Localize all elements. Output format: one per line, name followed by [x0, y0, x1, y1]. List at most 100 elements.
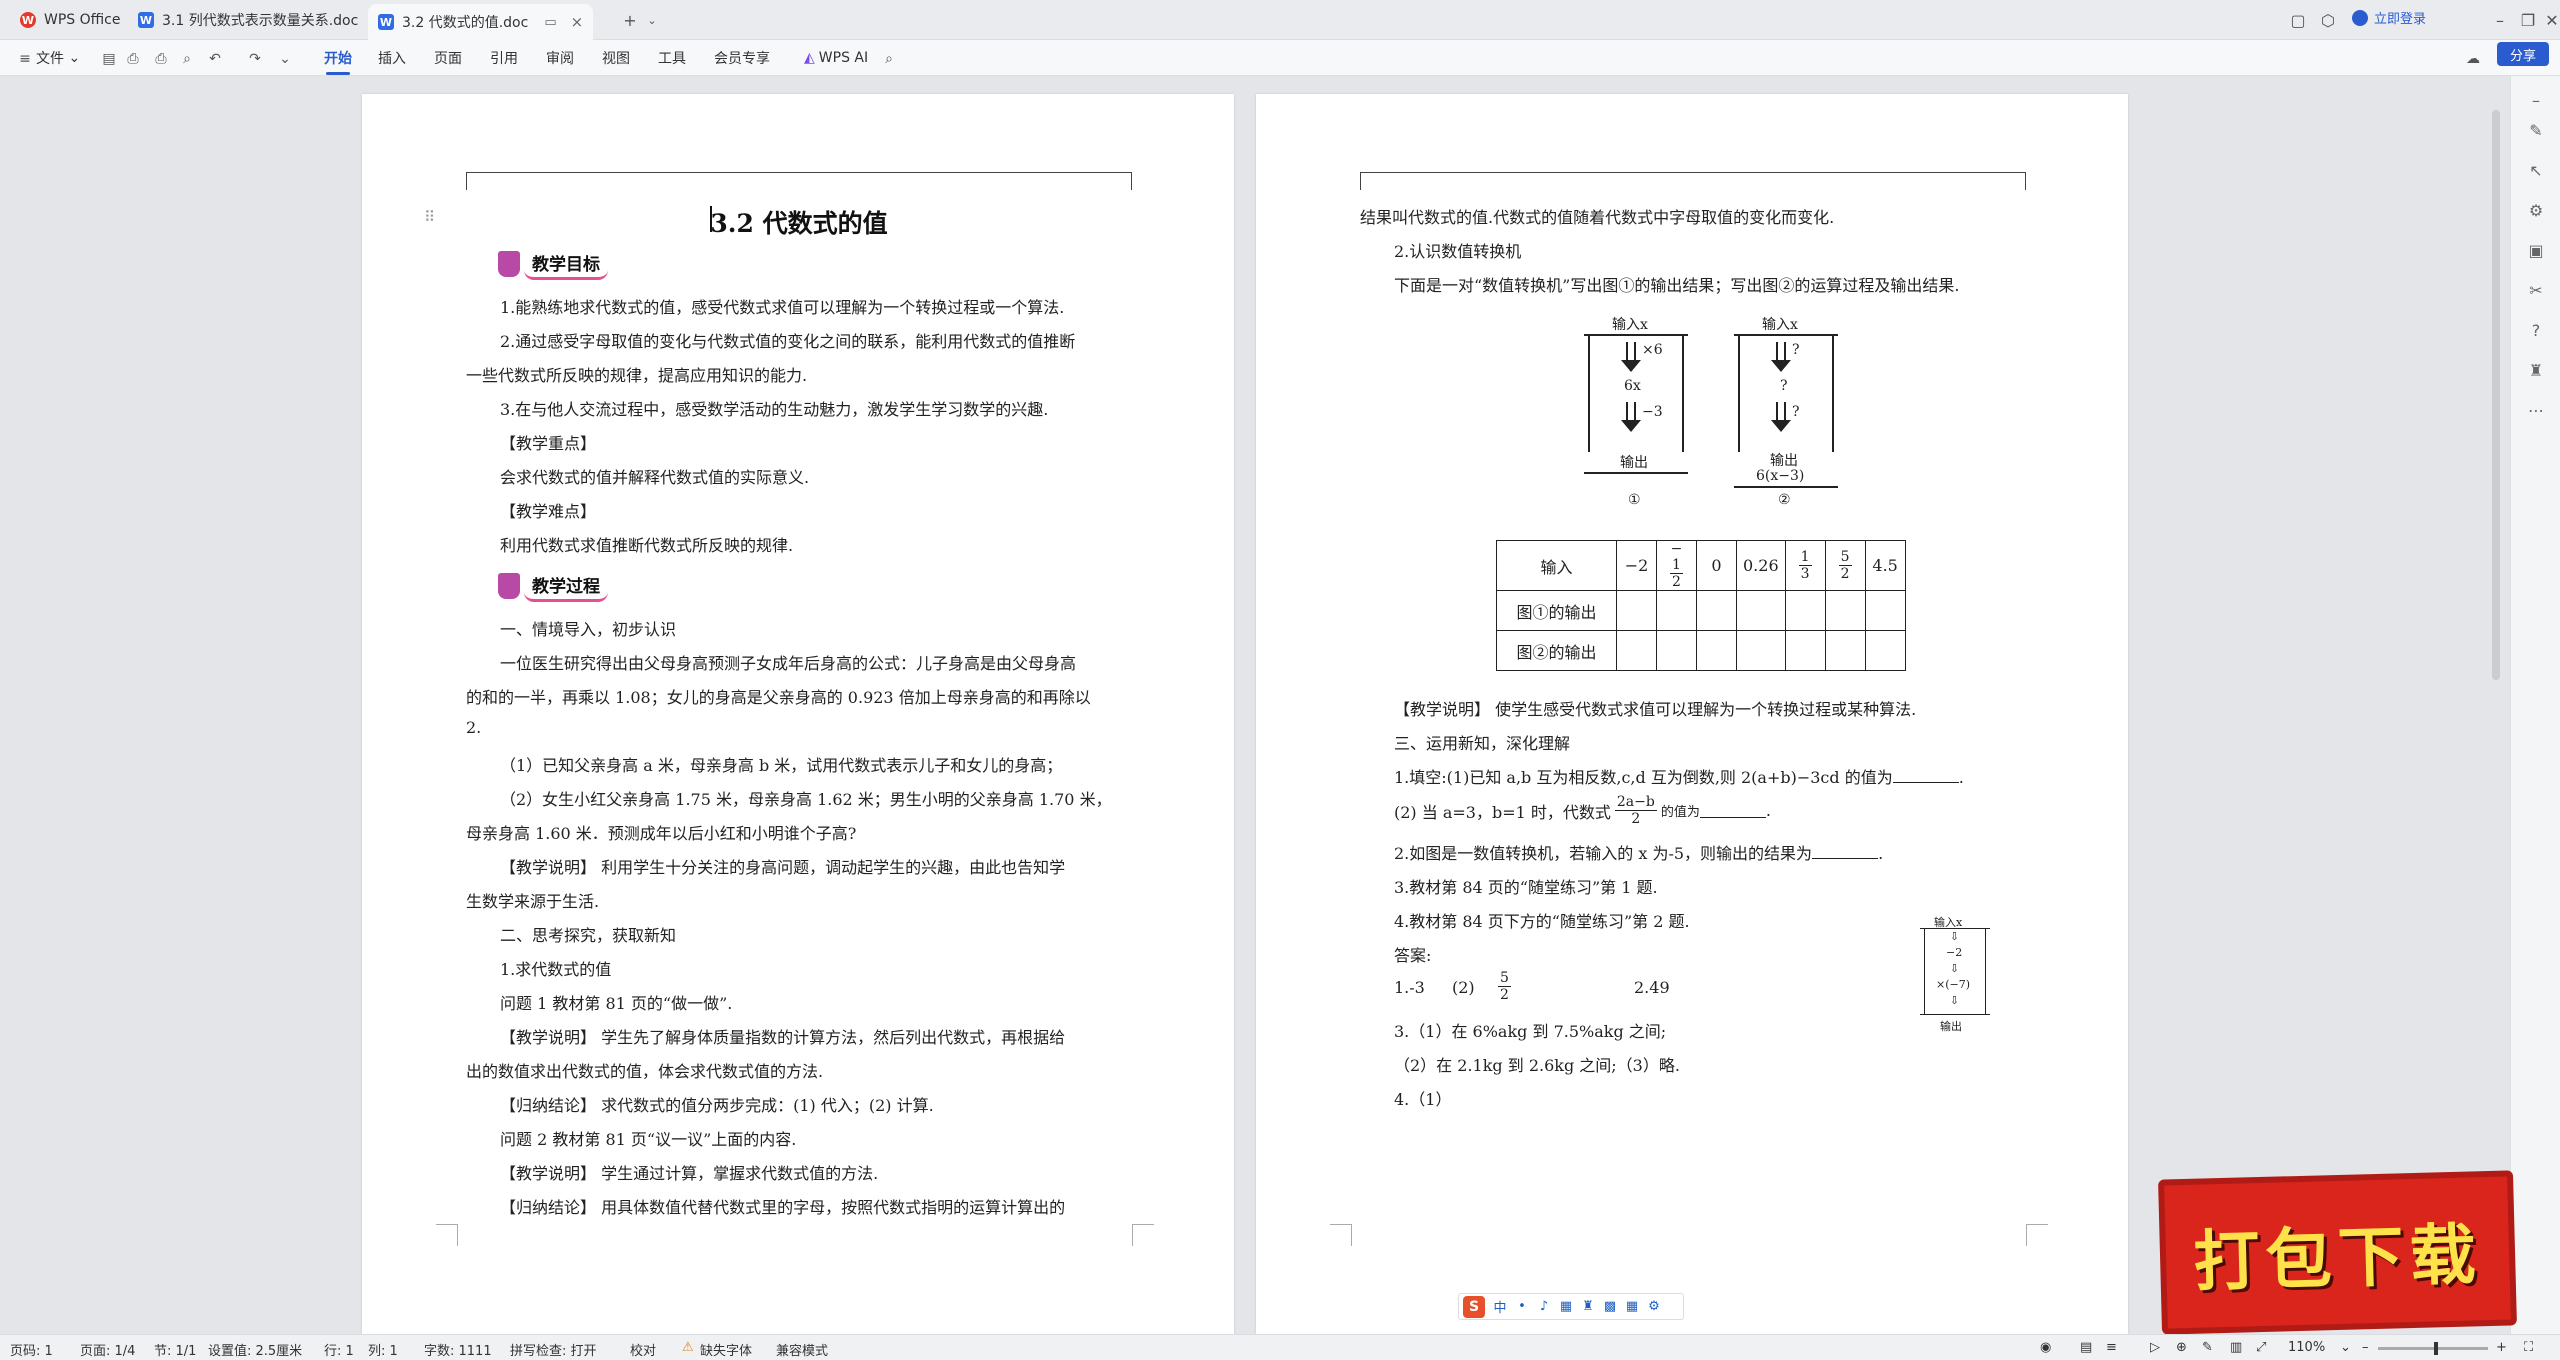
skin-icon[interactable]: ♜ [1579, 1298, 1597, 1316]
status-row[interactable]: 行: 1 [324, 1340, 354, 1359]
table-cell[interactable] [1616, 590, 1657, 631]
ime-toolbar[interactable]: S 中 • ♪ ▦ ♜ ▩ ▦ ⚙ [1458, 1293, 1684, 1320]
new-tab-icon[interactable]: + [618, 8, 642, 32]
minimize-icon[interactable]: – [2488, 8, 2512, 32]
pen-icon[interactable]: ✎ [2526, 120, 2546, 140]
table-cell[interactable] [1656, 590, 1697, 631]
read-view-icon[interactable]: ▥ [2230, 1340, 2242, 1355]
monitor-icon[interactable]: ▭ [544, 15, 556, 30]
status-pages[interactable]: 页面: 1/4 [80, 1340, 135, 1359]
table-cell[interactable] [1736, 590, 1786, 631]
table-cell[interactable] [1616, 630, 1657, 671]
status-zoom[interactable]: 110% [2288, 1340, 2325, 1355]
zoom-slider-knob[interactable] [2434, 1342, 2438, 1355]
tab-view[interactable]: 视图 [602, 46, 630, 70]
eye-icon[interactable]: ◉ [2040, 1340, 2051, 1355]
status-spellcheck[interactable]: 拼写检查: 打开 [510, 1340, 597, 1359]
apps-icon[interactable]: ▦ [1623, 1298, 1641, 1316]
share-button[interactable]: 分享 [2497, 42, 2549, 66]
table-cell[interactable] [1696, 590, 1737, 631]
cloud-sync-icon[interactable]: ☁ [2464, 50, 2482, 68]
table-cell[interactable] [1736, 630, 1786, 671]
tab-home[interactable]: 开始 [324, 46, 352, 75]
export-pdf-icon[interactable]: ⎙ [124, 50, 142, 68]
status-proof[interactable]: 校对 [630, 1340, 656, 1359]
toolbox-icon[interactable]: ▩ [1601, 1298, 1619, 1316]
chevron-down-icon[interactable]: ⌄ [276, 50, 294, 68]
document-page-left[interactable]: ⠿ 3.2 代数式的值 教学目标 1.能熟练地求代数式的值，感受代数式求值可以理… [362, 94, 1234, 1334]
status-col[interactable]: 列: 1 [368, 1340, 398, 1359]
collapse-icon[interactable]: – [2526, 90, 2546, 110]
wps-ai-button[interactable]: ◭ WPS AI [804, 46, 868, 70]
print-preview-icon[interactable]: ⌕ [178, 50, 196, 68]
table-cell[interactable] [1864, 590, 1906, 631]
print-icon[interactable]: ⎙ [152, 50, 170, 68]
table-cell[interactable] [1824, 590, 1866, 631]
table-cell[interactable] [1696, 630, 1737, 671]
table-cell[interactable] [1784, 590, 1826, 631]
edit-view-icon[interactable]: ✎ [2202, 1340, 2213, 1355]
page-view-icon[interactable]: ▤ [2080, 1340, 2092, 1355]
ime-mode-label[interactable]: 中 [1491, 1298, 1509, 1316]
download-banner[interactable]: 打包下载 [2158, 1170, 2517, 1335]
more-icon[interactable]: ⋯ [2526, 400, 2546, 420]
machine-output-label: 输出 [1770, 453, 1798, 469]
play-icon[interactable]: ▷ [2150, 1340, 2160, 1355]
chevron-down-icon[interactable]: ⌄ [640, 8, 664, 32]
login-button[interactable]: 立即登录 [2352, 8, 2426, 27]
tab-tools[interactable]: 工具 [658, 46, 686, 70]
tab-member[interactable]: 会员专享 [714, 46, 770, 70]
style-adjust-icon[interactable]: ⚙ [2526, 200, 2546, 220]
vertical-scrollbar[interactable] [2492, 110, 2500, 680]
machine-top-cap [1734, 312, 1838, 336]
tools-icon[interactable]: ✂ [2526, 280, 2546, 300]
table-cell[interactable] [1656, 630, 1697, 671]
web-view-icon[interactable]: ⊕ [2176, 1340, 2187, 1355]
machine-body [1588, 336, 1684, 452]
shirt-icon[interactable]: ♜ [2526, 360, 2546, 380]
zoom-slider[interactable] [2378, 1342, 2488, 1355]
status-missing-font[interactable]: 缺失字体 [700, 1340, 752, 1359]
image-edit-icon[interactable]: ▣ [2526, 240, 2546, 260]
keyboard-icon[interactable]: ▦ [1557, 1298, 1575, 1316]
fullscreen-icon[interactable]: ⤢ [2256, 1340, 2266, 1355]
chevron-down-icon[interactable]: ⌄ [2340, 1340, 2351, 1355]
tab-review[interactable]: 审阅 [546, 46, 574, 70]
redo-icon[interactable]: ↷ [246, 50, 264, 68]
file-menu[interactable]: 文件 ⌄ [36, 46, 80, 70]
status-setting[interactable]: 设置值: 2.5厘米 [208, 1340, 302, 1359]
tab-doc-3-2[interactable]: W 3.2 代数式的值.doc ▭ × [368, 4, 594, 40]
window-layout-icon[interactable]: ▢ [2286, 8, 2310, 32]
undo-icon[interactable]: ↶ [206, 50, 224, 68]
table-cell[interactable] [1824, 630, 1866, 671]
zoom-in-icon[interactable]: + [2496, 1340, 2507, 1355]
tab-doc-3-1[interactable]: W 3.1 列代数式表示数量关系.doc [128, 4, 368, 36]
status-compat[interactable]: 兼容模式 [776, 1340, 828, 1359]
close-tab-icon[interactable]: × [571, 13, 584, 31]
outline-view-icon[interactable]: ≡ [2106, 1340, 2117, 1355]
save-icon[interactable]: ▤ [100, 50, 118, 68]
cube-icon[interactable]: ⬡ [2316, 8, 2340, 32]
tab-page[interactable]: 页面 [434, 46, 462, 70]
tab-reference[interactable]: 引用 [490, 46, 518, 70]
select-cursor-icon[interactable]: ↖ [2526, 160, 2546, 180]
search-icon[interactable]: ⌕ [880, 50, 898, 68]
table-cell[interactable] [1784, 630, 1826, 671]
table-cell[interactable] [1864, 630, 1906, 671]
tab-insert[interactable]: 插入 [378, 46, 406, 70]
document-page-right[interactable]: 结果叫代数式的值.代数式的值随着代数式中字母取值的变化而变化. 2.认识数值转换… [1256, 94, 2128, 1334]
status-page[interactable]: 页码: 1 [10, 1340, 53, 1359]
status-section[interactable]: 节: 1/1 [154, 1340, 196, 1359]
help-icon[interactable]: ? [2526, 320, 2546, 340]
punctuation-icon[interactable]: • [1513, 1298, 1531, 1316]
fit-page-icon[interactable]: ⛶ [2524, 1340, 2533, 1355]
status-words[interactable]: 字数: 1111 [424, 1340, 492, 1359]
menu-icon[interactable]: ≡ [16, 50, 34, 68]
microphone-icon[interactable]: ♪ [1535, 1298, 1553, 1316]
tab-wps-home[interactable]: W WPS Office [10, 4, 131, 36]
settings-icon[interactable]: ⚙ [1645, 1298, 1663, 1316]
close-window-icon[interactable]: ✕ [2540, 8, 2560, 32]
drag-handle-icon[interactable]: ⠿ [424, 208, 435, 226]
zoom-out-icon[interactable]: – [2362, 1340, 2369, 1355]
restore-icon[interactable]: ❐ [2516, 8, 2540, 32]
